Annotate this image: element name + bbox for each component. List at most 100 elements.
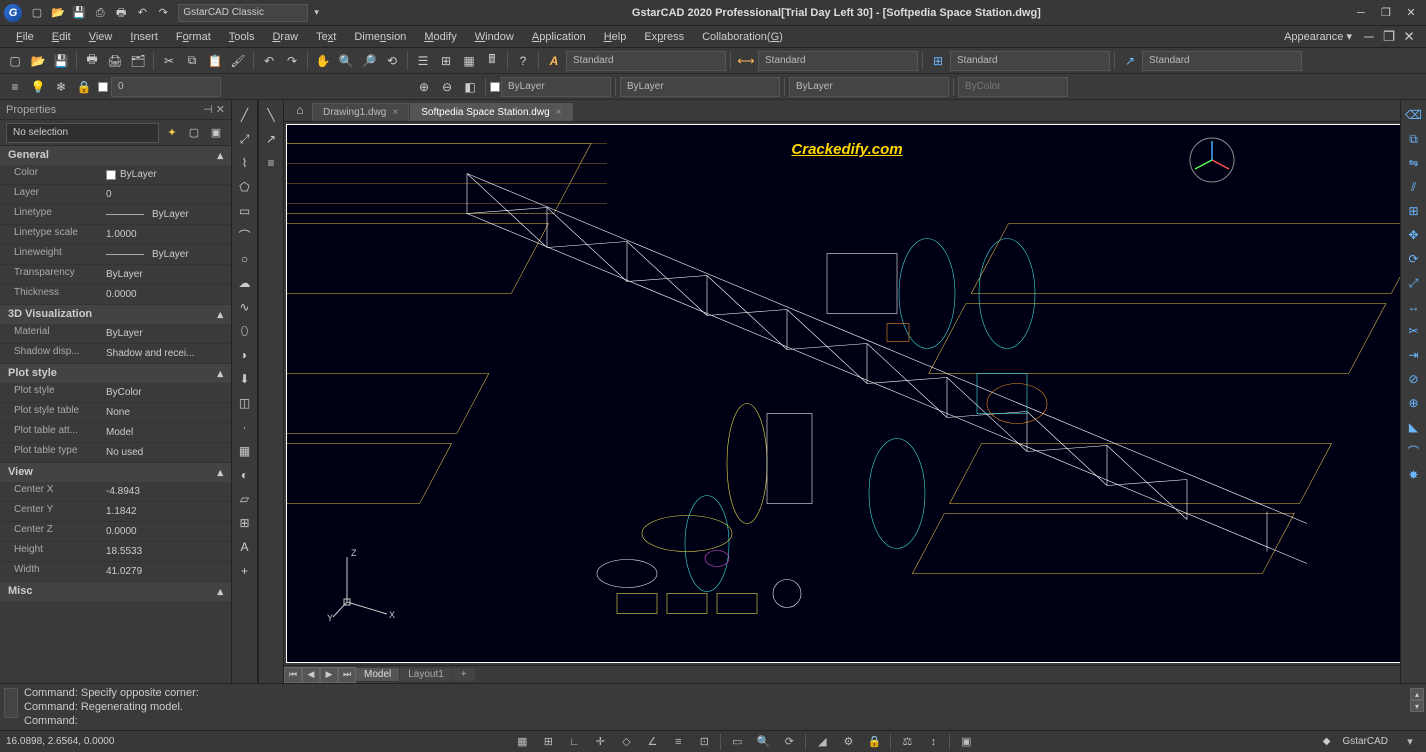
redo-button[interactable]: ↷ (281, 50, 303, 72)
zoom-window-button[interactable]: 🔎 (358, 50, 380, 72)
minimize-button[interactable]: ─ (1350, 4, 1372, 22)
annoscale-icon[interactable]: ↕ (923, 733, 943, 751)
cmdline-scroll-down-icon[interactable]: ▾ (1410, 700, 1424, 712)
menu-help[interactable]: Help (596, 29, 635, 45)
color-swatch[interactable] (490, 82, 500, 92)
table-style-select[interactable] (950, 51, 1110, 71)
property-row[interactable]: Center X-4.8943 (0, 482, 231, 502)
home-tab-icon[interactable]: ⌂ (288, 100, 312, 121)
dyn-icon[interactable]: ⊡ (694, 733, 714, 751)
annotation-icon[interactable]: ⚖ (897, 733, 917, 751)
lwt-icon[interactable]: ≡ (668, 733, 688, 751)
layout-prev-icon[interactable]: ◀ (302, 667, 320, 683)
property-value[interactable]: 0 (100, 185, 231, 204)
mtext-icon[interactable]: A (234, 536, 256, 558)
layer-properties-button[interactable]: ≡ (4, 76, 26, 98)
table-style-icon[interactable]: ⊞ (927, 50, 949, 72)
menu-format[interactable]: Format (168, 29, 219, 45)
section-general[interactable]: General (8, 149, 49, 162)
save-icon[interactable]: 💾 (70, 3, 88, 21)
revcloud-icon[interactable]: ☁ (234, 272, 256, 294)
menu-window[interactable]: Window (467, 29, 522, 45)
property-value[interactable]: -4.8943 (100, 482, 231, 501)
join-icon[interactable]: ⊕ (1403, 392, 1425, 414)
table-icon[interactable]: ⊞ (234, 512, 256, 534)
property-value[interactable]: ByLayer (100, 245, 231, 264)
copy2-icon[interactable]: ⧉ (1403, 128, 1425, 150)
open-button[interactable]: 📂 (27, 50, 49, 72)
status-menu-icon[interactable]: ▾ (1400, 733, 1420, 751)
menu-insert[interactable]: Insert (122, 29, 166, 45)
property-row[interactable]: Plot styleByColor (0, 383, 231, 403)
menu-draw[interactable]: Draw (264, 29, 306, 45)
plot-button[interactable]: 🖶 (81, 50, 103, 72)
close-icon[interactable]: × (392, 107, 398, 118)
property-value[interactable]: ByColor (100, 383, 231, 402)
ellipse-icon[interactable]: ⬯ (234, 320, 256, 342)
rotate-icon[interactable]: ⟳ (1403, 248, 1425, 270)
layer-states-button[interactable]: ⊕ (413, 76, 435, 98)
block-icon[interactable]: ◫ (234, 392, 256, 414)
selectobjects-icon[interactable]: ▣ (207, 124, 225, 142)
zoom-realtime-button[interactable]: 🔍 (335, 50, 357, 72)
otrack-icon[interactable]: ∠ (642, 733, 662, 751)
menu-express[interactable]: Express (636, 29, 692, 45)
layer-previous-button[interactable]: ⊖ (436, 76, 458, 98)
collapse-icon[interactable]: ▴ (217, 585, 223, 598)
chamfer-icon[interactable]: ◣ (1403, 416, 1425, 438)
explode-icon[interactable]: ✸ (1403, 464, 1425, 486)
erase-icon[interactable]: ⌫ (1403, 104, 1425, 126)
property-value[interactable]: No used (100, 443, 231, 462)
grid-icon[interactable]: ▦ (512, 733, 532, 751)
property-row[interactable]: Layer0 (0, 185, 231, 205)
properties-pin-icon[interactable]: ⊣ (203, 103, 213, 116)
menu-application[interactable]: Application (524, 29, 594, 45)
xline-icon[interactable]: ⤢ (234, 128, 256, 150)
layer-on-button[interactable]: 💡 (27, 76, 49, 98)
ortho-icon[interactable]: ∟ (564, 733, 584, 751)
menu-view[interactable]: View (81, 29, 121, 45)
mirror-icon[interactable]: ⇋ (1403, 152, 1425, 174)
dim-style-select[interactable] (758, 51, 918, 71)
publish-button[interactable]: 🗂 (127, 50, 149, 72)
layer-lock-button[interactable]: 🔒 (73, 76, 95, 98)
new-icon[interactable]: ▢ (28, 3, 46, 21)
section-plot[interactable]: Plot style (8, 367, 57, 380)
close-icon[interactable]: × (556, 107, 562, 118)
menu-modify[interactable]: Modify (416, 29, 464, 45)
break-icon[interactable]: ⊘ (1403, 368, 1425, 390)
collapse-icon[interactable]: ▴ (217, 149, 223, 162)
properties-button[interactable]: ☰ (412, 50, 434, 72)
property-row[interactable]: Thickness0.0000 (0, 285, 231, 305)
cmdline-scroll-up-icon[interactable]: ▴ (1410, 688, 1424, 700)
lineweight-select[interactable] (789, 77, 949, 97)
property-row[interactable]: Center Y1.1842 (0, 502, 231, 522)
color-select[interactable] (501, 77, 611, 97)
ellipsearc-icon[interactable]: ◗ (234, 344, 256, 366)
property-value[interactable]: ByLayer (100, 324, 231, 343)
command-line[interactable]: Command: Specify opposite corner: Comman… (0, 683, 1426, 730)
property-row[interactable]: Height18.5533 (0, 542, 231, 562)
hatch-icon[interactable]: ▦ (234, 440, 256, 462)
layout-tab-add[interactable]: + (453, 668, 475, 681)
property-row[interactable]: Linetype scale1.0000 (0, 225, 231, 245)
help-button[interactable]: ? (512, 50, 534, 72)
paste-button[interactable]: 📋 (204, 50, 226, 72)
property-value[interactable]: ByLayer (100, 165, 231, 184)
property-value[interactable]: ByLayer (100, 265, 231, 284)
doc-minimize-icon[interactable]: ─ (1360, 29, 1378, 44)
property-value[interactable]: Shadow and recei... (100, 344, 231, 363)
polyline-icon[interactable]: ⌇ (234, 152, 256, 174)
menu-file[interactable]: File (8, 29, 42, 45)
ray-icon[interactable]: ↗ (260, 128, 282, 150)
text-style-icon[interactable]: A (543, 50, 565, 72)
isoplane-icon[interactable]: ◢ (812, 733, 832, 751)
print-icon[interactable]: 🖶 (112, 4, 130, 22)
menu-tools[interactable]: Tools (221, 29, 263, 45)
doc-restore-icon[interactable]: ❐ (1380, 29, 1398, 45)
gradient-icon[interactable]: ◐ (234, 464, 256, 486)
property-row[interactable]: ColorByLayer (0, 165, 231, 185)
appearance-menu[interactable]: Appearance ▾ (1278, 28, 1358, 45)
menu-dimension[interactable]: Dimension (346, 29, 414, 45)
polygon-icon[interactable]: ⬠ (234, 176, 256, 198)
